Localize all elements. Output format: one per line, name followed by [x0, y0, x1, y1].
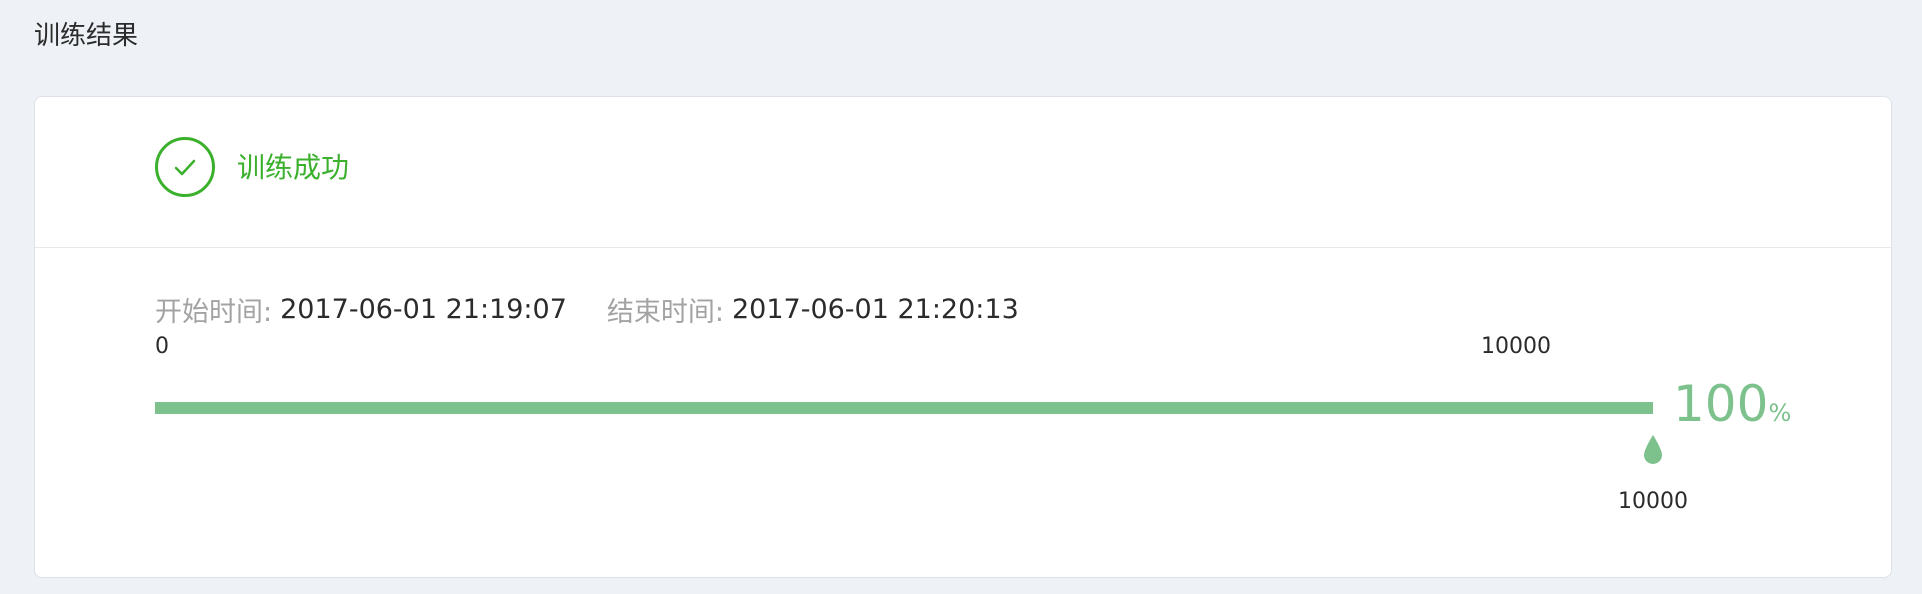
progress-track	[155, 402, 1653, 414]
page-title: 训练结果	[34, 21, 139, 51]
check-circle-icon	[155, 137, 215, 197]
start-time-label: 开始时间:	[155, 296, 273, 328]
status-text: 训练成功	[237, 151, 350, 184]
status-row: 训练成功	[35, 97, 1891, 248]
start-time-value: 2017-06-01 21:19:07	[280, 293, 567, 325]
end-time-label: 结束时间:	[606, 296, 724, 328]
percent-readout: 100%	[1673, 376, 1791, 432]
percent-value: 100	[1673, 375, 1769, 433]
check-mark-icon	[174, 159, 196, 176]
progress-fill	[155, 402, 1653, 414]
droplet-marker-icon	[1641, 434, 1665, 466]
time-row: 开始时间: 2017-06-01 21:19:07 结束时间: 2017-06-…	[155, 289, 1019, 329]
result-card: 训练成功 开始时间: 2017-06-01 21:19:07 结束时间: 201…	[34, 96, 1892, 578]
percent-unit: %	[1768, 399, 1792, 427]
progress-area: 0 10000 10000 100%	[155, 332, 1795, 532]
range-max-label: 10000	[1481, 334, 1551, 359]
range-min-label: 0	[155, 334, 169, 359]
end-time-value: 2017-06-01 21:20:13	[731, 293, 1019, 325]
current-value-label: 10000	[1618, 489, 1688, 514]
